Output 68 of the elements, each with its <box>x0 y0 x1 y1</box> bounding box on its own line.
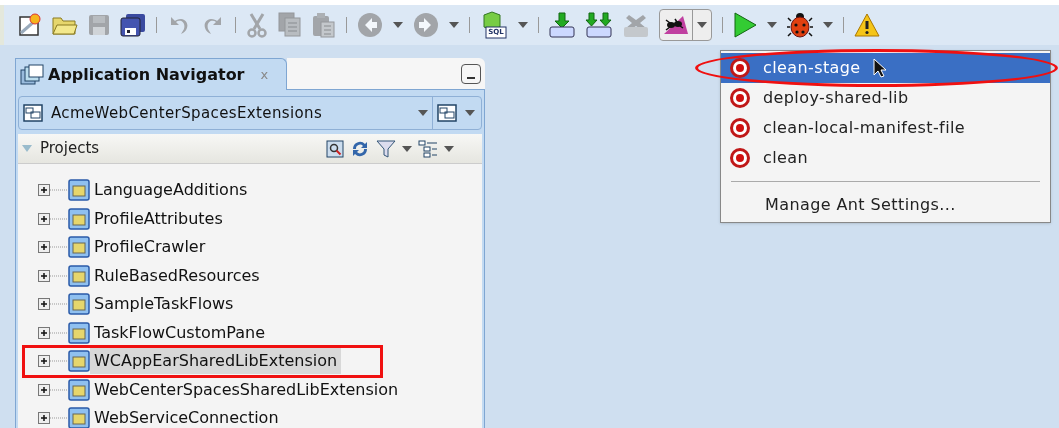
navigator-tab[interactable]: Application Navigator x <box>15 58 287 90</box>
tree-options-icon[interactable] <box>418 139 438 158</box>
project-folder-icon <box>68 378 90 401</box>
project-item[interactable]: WebCenterSpacesSharedLibExtension <box>90 376 403 403</box>
project-item[interactable]: TaskFlowCustomPane <box>90 319 270 346</box>
manage-ant-settings-item[interactable]: Manage Ant Settings... <box>721 190 1050 220</box>
warning-icon[interactable] <box>854 13 880 37</box>
project-item[interactable]: WCAppEarSharedLibExtension <box>90 348 342 375</box>
caret-icon[interactable] <box>418 110 428 116</box>
project-folder-icon <box>68 407 90 428</box>
save-all-icon[interactable] <box>120 13 146 37</box>
folder-icon[interactable] <box>52 14 78 36</box>
caret-icon[interactable] <box>767 22 777 28</box>
binary-download-all-icon[interactable] <box>585 12 613 38</box>
caret-icon[interactable] <box>465 110 475 116</box>
menu-item[interactable]: clean-stage <box>721 53 1050 83</box>
expand-icon[interactable] <box>38 212 68 225</box>
project-folder-icon <box>68 350 90 373</box>
target-icon <box>729 87 751 109</box>
target-icon <box>729 117 751 139</box>
section-header: Projects <box>40 138 101 160</box>
ant-icon[interactable] <box>663 14 689 36</box>
caret-icon[interactable] <box>402 145 412 152</box>
caret-icon[interactable] <box>393 22 403 28</box>
project-folder-icon <box>68 207 90 230</box>
menu-item[interactable]: clean <box>721 143 1050 173</box>
project-folder-icon <box>68 264 90 287</box>
project-folder-icon <box>68 179 90 202</box>
project-item[interactable]: RuleBasedResources <box>90 262 264 289</box>
caret-icon[interactable] <box>697 22 707 28</box>
ant-button[interactable] <box>659 9 712 41</box>
expand-icon[interactable] <box>38 383 68 396</box>
expand-icon[interactable] <box>38 184 68 197</box>
expand-icon[interactable] <box>38 412 68 425</box>
project-item[interactable]: WebServiceConnection <box>90 405 283 428</box>
menu-item[interactable]: deploy-shared-lib <box>721 83 1050 113</box>
expand-icon[interactable] <box>38 298 68 311</box>
project-item[interactable]: ProfileCrawler <box>90 234 210 261</box>
ladybug-icon[interactable] <box>787 12 813 38</box>
navigator-title: Application Navigator <box>48 63 245 86</box>
minimize-icon[interactable] <box>461 63 481 84</box>
project-item[interactable]: LanguageAdditions <box>90 177 252 204</box>
filter-icon[interactable] <box>376 138 396 159</box>
menu-item[interactable]: clean-local-manifest-file <box>721 113 1050 143</box>
mouse-pointer-icon <box>872 58 887 78</box>
target-icon <box>729 147 751 169</box>
target-icon <box>729 57 751 79</box>
navigator-icon <box>20 63 44 86</box>
application-icon <box>23 104 43 122</box>
expand-icon[interactable] <box>38 355 68 368</box>
caret-icon[interactable] <box>444 145 454 152</box>
search-icon[interactable] <box>326 139 344 158</box>
project-folder-icon <box>68 293 90 316</box>
caret-icon[interactable] <box>518 22 528 28</box>
expand-icon[interactable] <box>38 269 68 282</box>
binary-download-icon[interactable] <box>549 12 575 38</box>
project-folder-icon <box>68 236 90 259</box>
project-item[interactable]: SampleTaskFlows <box>90 291 238 318</box>
project-item[interactable]: ProfileAttributes <box>90 205 227 232</box>
sql-database-icon[interactable] <box>480 11 508 39</box>
caret-icon[interactable] <box>823 22 833 28</box>
application-icon <box>437 104 457 122</box>
expand-icon[interactable] <box>38 241 68 254</box>
caret-icon[interactable] <box>449 22 459 28</box>
new-file-icon[interactable] <box>18 13 42 37</box>
play-icon[interactable] <box>733 12 757 38</box>
expand-icon[interactable] <box>38 326 68 339</box>
project-folder-icon <box>68 321 90 344</box>
